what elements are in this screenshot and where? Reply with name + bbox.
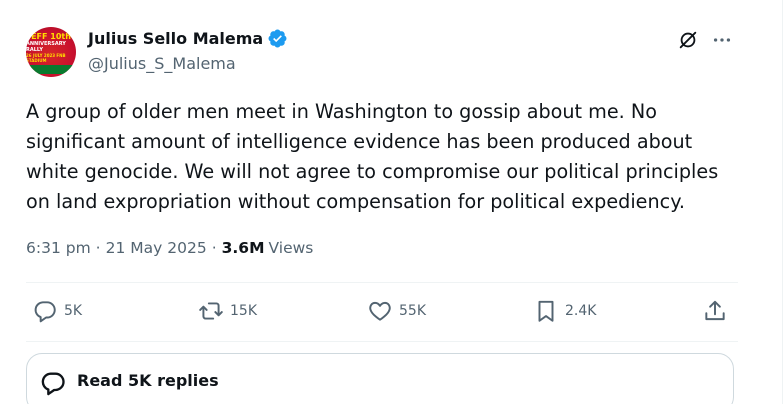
share-button[interactable] <box>702 298 728 324</box>
divider <box>26 282 738 283</box>
grok-icon <box>679 31 697 49</box>
like-button[interactable]: 55K <box>367 298 426 324</box>
tweet-date[interactable]: 21 May 2025 <box>106 237 207 259</box>
separator-dot: · <box>95 239 101 257</box>
tweet-detail: EFF 10th ANNIVERSARY RALLY 26 JULY 2023 … <box>0 0 783 404</box>
repost-icon <box>199 302 223 320</box>
reply-button[interactable]: 5K <box>32 298 82 324</box>
avatar-stage <box>26 64 76 74</box>
read-replies-label: Read 5K replies <box>77 371 219 390</box>
reply-count: 5K <box>64 303 83 319</box>
bookmark-button[interactable]: 2.4K <box>533 298 596 324</box>
avatar-text-1: EFF 10th <box>31 31 71 41</box>
verified-badge-icon[interactable] <box>267 28 288 49</box>
tweet-meta: 6:31 pm · 21 May 2025 · 3.6M Views <box>26 237 313 259</box>
read-replies-button[interactable]: Read 5K replies <box>26 353 734 404</box>
reply-icon <box>34 301 56 323</box>
bookmark-icon <box>538 300 554 322</box>
views-count: 3.6M <box>221 239 265 257</box>
like-count: 55K <box>399 303 426 319</box>
heart-icon <box>369 301 391 321</box>
avatar-text-2: ANNIVERSARY RALLY <box>26 40 66 53</box>
tweet-text: A group of older men meet in Washington … <box>26 100 725 213</box>
views-label: Views <box>268 239 314 257</box>
separator-dot: · <box>211 239 217 257</box>
repost-count: 15K <box>230 303 257 319</box>
avatar-text-3: 26 JULY 2023 FNB STADIUM <box>26 52 66 63</box>
author-name-row: Julius Sello Malema <box>88 28 288 49</box>
author-handle[interactable]: @Julius_S_Malema <box>88 54 236 74</box>
repost-button[interactable]: 15K <box>198 298 257 324</box>
tweet-time[interactable]: 6:31 pm <box>26 237 91 259</box>
author-display-name[interactable]: Julius Sello Malema <box>88 29 263 49</box>
grok-button[interactable] <box>676 28 700 52</box>
share-icon <box>705 300 725 321</box>
action-bar: 5K 15K 55K 2.4K <box>26 298 738 328</box>
more-button[interactable] <box>709 28 735 52</box>
bookmark-count: 2.4K <box>565 303 597 319</box>
divider <box>26 341 738 342</box>
avatar[interactable]: EFF 10th ANNIVERSARY RALLY 26 JULY 2023 … <box>26 27 76 77</box>
speech-bubble-icon <box>41 372 65 396</box>
more-icon <box>713 38 731 42</box>
